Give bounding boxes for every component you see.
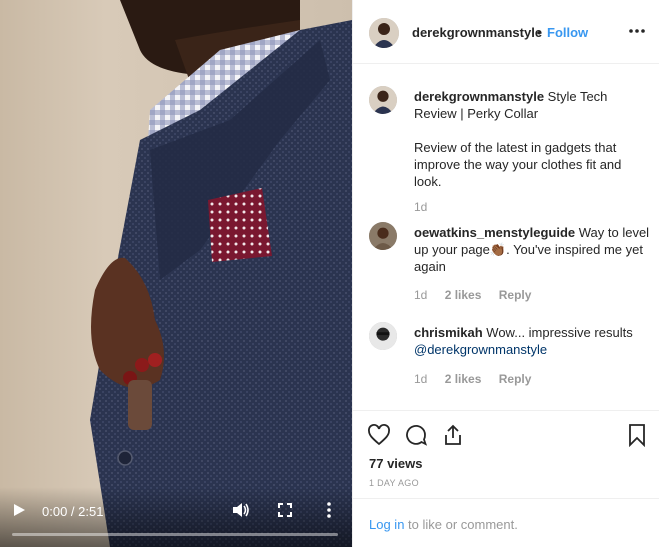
caption-body: Review of the latest in gadgets that imp…	[414, 140, 622, 189]
comment-text: chrismikah Wow... impressive results @de…	[414, 324, 650, 358]
post-timestamp: 1 DAY AGO	[369, 478, 419, 488]
login-prompt: Log in to like or comment.	[369, 517, 518, 532]
comment-age[interactable]: 1d	[414, 288, 427, 302]
heart-icon[interactable]	[367, 423, 391, 447]
reply-button[interactable]: Reply	[499, 372, 532, 386]
video-time: 0:00 / 2:51	[42, 504, 104, 519]
login-bar: Log in to like or comment.	[353, 498, 659, 547]
caption-username[interactable]: derekgrownmanstyle	[414, 89, 544, 104]
author-avatar[interactable]	[369, 18, 399, 48]
comment-username[interactable]: oewatkins_menstyleguide	[414, 225, 575, 240]
video-time-current: 0:00	[42, 504, 68, 519]
comment-avatar[interactable]	[369, 222, 397, 250]
video-more-icon[interactable]	[325, 501, 333, 519]
comment-icon[interactable]	[404, 423, 428, 447]
caption-text: derekgrownmanstyle Style Tech Review | P…	[414, 88, 650, 190]
comments-list: derekgrownmanstyle Style Tech Review | P…	[353, 64, 659, 410]
video-controls: 0:00 / 2:51	[0, 487, 352, 547]
fullscreen-icon[interactable]	[278, 503, 292, 517]
comment-username[interactable]: chrismikah	[414, 325, 483, 340]
reply-button[interactable]: Reply	[499, 288, 532, 302]
author-username[interactable]: derekgrownmanstyle	[412, 25, 542, 40]
clap-emoji: 👏🏾	[489, 242, 507, 257]
comment-likes[interactable]: 2 likes	[445, 372, 482, 386]
action-bar: 77 views 1 DAY AGO	[353, 410, 659, 498]
volume-icon[interactable]	[232, 502, 250, 518]
caption-avatar[interactable]	[369, 86, 397, 114]
follow-button[interactable]: Follow	[547, 25, 588, 40]
video-player[interactable]: 0:00 / 2:51	[0, 0, 352, 547]
login-link[interactable]: Log in	[369, 517, 404, 532]
caption-meta: 1d	[414, 200, 441, 214]
comment-age[interactable]: 1d	[414, 372, 427, 386]
comment-meta: 1d 2 likes Reply	[414, 288, 545, 302]
caption-age[interactable]: 1d	[414, 200, 427, 214]
bookmark-icon[interactable]	[625, 423, 649, 447]
comment-likes[interactable]: 2 likes	[445, 288, 482, 302]
more-options-icon[interactable]	[629, 29, 645, 33]
post-panel: derekgrownmanstyle • Follow derekgrownma…	[352, 0, 659, 547]
comment-text: oewatkins_menstyleguide Way to level up …	[414, 224, 650, 275]
video-progress-bar[interactable]	[12, 533, 338, 536]
share-icon[interactable]	[441, 423, 465, 447]
play-icon[interactable]	[12, 503, 26, 517]
login-text: to like or comment.	[408, 517, 518, 532]
video-time-total: 2:51	[78, 504, 104, 519]
video-frame-image	[90, 0, 352, 547]
view-count[interactable]: 77 views	[369, 456, 423, 471]
comment-avatar[interactable]	[369, 322, 397, 350]
comment-body: Wow... impressive results	[486, 325, 633, 340]
post-header: derekgrownmanstyle • Follow	[353, 0, 659, 64]
comment-mention[interactable]: @derekgrownmanstyle	[414, 342, 547, 357]
comment-meta: 1d 2 likes Reply	[414, 372, 545, 386]
header-separator: •	[537, 25, 542, 40]
